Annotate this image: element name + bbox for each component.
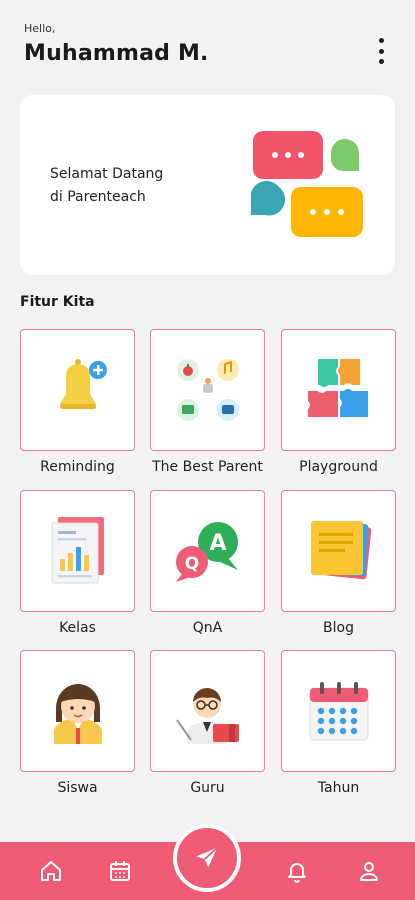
svg-text:A: A [209, 531, 226, 556]
feature-label: Blog [323, 620, 354, 636]
feature-playground[interactable]: Playground [281, 329, 396, 475]
feature-blog[interactable]: Blog [281, 490, 396, 636]
feature-label: Reminding [40, 459, 115, 475]
feature-label: Kelas [59, 620, 96, 636]
feature-guru[interactable]: Guru [150, 650, 265, 796]
report-icon [51, 517, 104, 584]
bell-icon [59, 359, 107, 409]
feature-tahun[interactable]: Tahun [281, 650, 396, 796]
feature-reminding[interactable]: Reminding [20, 329, 135, 475]
teacher-icon [175, 688, 239, 744]
feature-label: The Best Parent [152, 459, 263, 475]
welcome-line-2: di Parenteach [50, 189, 146, 205]
more-menu-button[interactable] [371, 38, 391, 64]
kebab-dot [378, 48, 384, 54]
qna-icon: A Q [175, 522, 238, 582]
welcome-line-1: Selamat Datang [50, 166, 164, 182]
feature-label: Tahun [317, 780, 360, 796]
username: Muhammad M. [24, 41, 209, 66]
feature-kelas[interactable]: Kelas [20, 490, 135, 636]
calendar-icon [110, 861, 130, 881]
chat-bubbles-icon [251, 131, 363, 237]
feature-tile[interactable] [20, 329, 135, 451]
feature-tile[interactable] [150, 329, 265, 451]
welcome-card: Selamat Datang di Parenteach [20, 95, 395, 275]
kebab-dot [378, 59, 384, 64]
header: Hello, Muhammad M. [24, 22, 397, 74]
greeting: Hello, [24, 22, 56, 35]
section-title: Fitur Kita [20, 294, 95, 310]
feature-tile[interactable] [20, 490, 135, 612]
puzzle-icon [307, 359, 368, 417]
feature-tile[interactable]: A Q [150, 490, 265, 612]
feature-the-best-parent[interactable]: The Best Parent [150, 329, 265, 475]
nav-profile[interactable] [354, 856, 384, 886]
feature-tile[interactable] [281, 650, 396, 772]
feature-label: QnA [192, 620, 223, 636]
feature-tile[interactable] [150, 650, 265, 772]
notes-icon [310, 521, 371, 580]
feature-siswa[interactable]: Siswa [20, 650, 135, 796]
welcome-text: Selamat Datang di Parenteach [50, 163, 220, 209]
feature-qna[interactable]: A Q QnA [150, 490, 265, 636]
parent-apps-icon [176, 359, 239, 421]
calendar-icon [309, 682, 368, 741]
feature-label: Guru [190, 780, 225, 796]
send-button[interactable] [173, 824, 241, 892]
feature-tile[interactable] [281, 329, 396, 451]
kebab-dot [378, 38, 384, 43]
nav-calendar[interactable] [105, 856, 135, 886]
feature-tile[interactable] [281, 490, 396, 612]
feature-label: Siswa [57, 780, 98, 796]
nav-home[interactable] [36, 856, 66, 886]
bell-icon [288, 863, 306, 883]
feature-label: Playground [299, 459, 378, 475]
user-icon [360, 862, 378, 881]
nav-notifications[interactable] [282, 856, 312, 886]
home-icon [41, 861, 61, 881]
student-icon [53, 684, 102, 744]
svg-text:Q: Q [184, 554, 198, 574]
feature-tile[interactable] [20, 650, 135, 772]
send-icon [196, 846, 219, 868]
